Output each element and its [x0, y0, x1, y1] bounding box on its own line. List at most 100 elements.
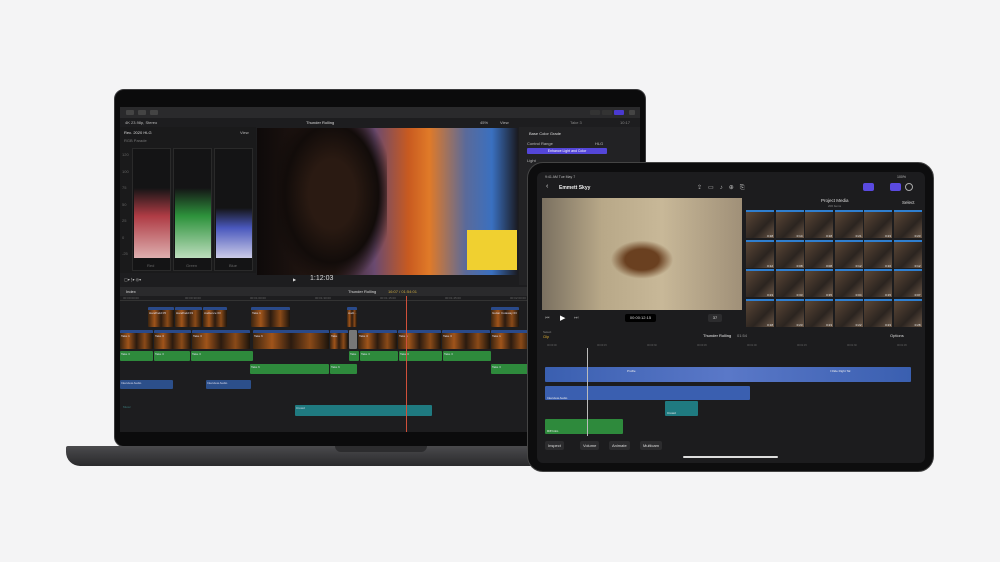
- play-icon[interactable]: ▶: [560, 314, 565, 322]
- primary-clip[interactable]: Take 1: [398, 330, 441, 349]
- keywords-button[interactable]: [138, 110, 146, 115]
- multicam-button[interactable]: Multicam: [640, 441, 663, 450]
- primary-clip[interactable]: Take 3: [442, 330, 490, 349]
- layout-button[interactable]: [590, 110, 600, 115]
- index-button[interactable]: Index: [126, 289, 136, 294]
- skip-forward-icon[interactable]: ⏭: [574, 315, 579, 321]
- primary-clip[interactable]: Take 1: [491, 330, 531, 349]
- crowd-clip[interactable]: Crowd: [665, 401, 698, 416]
- back-chevron-icon[interactable]: ‹: [546, 183, 548, 190]
- media-thumbnail[interactable]: 0:23: [893, 210, 922, 238]
- frame-field[interactable]: 37: [708, 314, 722, 322]
- primary-clip[interactable]: Take: [330, 330, 348, 349]
- media-browser-toggle[interactable]: [863, 183, 874, 191]
- thumbnail-duration: 0:35: [826, 293, 832, 297]
- import-button[interactable]: [126, 110, 134, 115]
- nav-tools-icons[interactable]: ⇪▭♪⊕⎘: [697, 184, 751, 192]
- media-thumbnail[interactable]: 0:15: [864, 269, 892, 297]
- media-thumbnail[interactable]: 0:18: [805, 210, 833, 238]
- share-icon[interactable]: [629, 110, 635, 115]
- connected-clip[interactable]: Handheld 03: [175, 307, 202, 327]
- audio-clip[interactable]: Take 3: [443, 351, 491, 361]
- scopes-view-dropdown[interactable]: View: [240, 130, 249, 135]
- ipad-playhead[interactable]: [587, 348, 588, 436]
- media-thumbnail[interactable]: 0:12: [834, 239, 863, 268]
- interview-audio-clip[interactable]: Interview Audio: [120, 380, 173, 389]
- mac-video-viewer[interactable]: [257, 128, 518, 275]
- thumbnail-duration: 0:14: [796, 234, 803, 238]
- audio-clip[interactable]: Take: [349, 351, 359, 361]
- connected-clip[interactable]: Audience 03: [203, 307, 227, 327]
- media-thumbnail[interactable]: 0:23: [805, 298, 833, 327]
- crowd-clip[interactable]: Crowd: [295, 405, 432, 416]
- media-thumbnail[interactable]: 0:04: [834, 269, 863, 297]
- media-thumbnail[interactable]: 0:21: [834, 210, 863, 238]
- skip-back-icon[interactable]: ⏮: [545, 315, 550, 321]
- media-thumbnail[interactable]: 0:22: [834, 298, 863, 327]
- media-thumbnail[interactable]: 0:12: [893, 239, 922, 268]
- media-thumbnail[interactable]: 0:28: [893, 298, 922, 327]
- audio-clip[interactable]: Take 3: [191, 351, 253, 361]
- connected-clip[interactable]: Guitar Cutaway 03: [491, 307, 519, 327]
- interview-audio-clip[interactable]: Interview Audio: [545, 386, 750, 400]
- media-thumbnail[interactable]: 0:23: [864, 210, 892, 238]
- viewer-tools-icon[interactable]: ▢▾ ⟆▾ ◎▾: [124, 277, 141, 282]
- primary-clip[interactable]: Take 3: [154, 330, 191, 349]
- viewer-view-dropdown[interactable]: View: [500, 120, 509, 125]
- media-thumbnail[interactable]: 0:18: [746, 210, 774, 238]
- connected-clip[interactable]: Take 1: [251, 307, 290, 327]
- connected-clip[interactable]: Audi...: [347, 307, 357, 327]
- background-tasks-button[interactable]: [150, 110, 158, 115]
- timeline-toggle[interactable]: [602, 110, 612, 115]
- media-thumbnail[interactable]: 0:33: [775, 269, 804, 297]
- connected-clip[interactable]: Handheld 05: [148, 307, 174, 327]
- primary-clip[interactable]: Take 3: [192, 330, 250, 349]
- play-icon[interactable]: ▶: [293, 277, 296, 282]
- zoom-dropdown[interactable]: 45%: [480, 120, 488, 125]
- enhance-light-color-button[interactable]: Enhance Light and Color: [527, 148, 607, 154]
- clip-select-dropdown[interactable]: Clip: [543, 335, 549, 339]
- thumbnail-duration: 0:18: [767, 234, 773, 238]
- select-button[interactable]: Select: [902, 200, 915, 205]
- animate-button[interactable]: Animate: [609, 441, 630, 450]
- media-thumbnail[interactable]: 0:35: [805, 269, 833, 297]
- inspector-toggle[interactable]: [890, 183, 901, 191]
- audio-clip[interactable]: Take 3: [120, 351, 153, 361]
- primary-clip[interactable]: Take 3: [358, 330, 397, 349]
- interview-audio-clip[interactable]: Interview Audio: [206, 380, 251, 389]
- music-clip[interactable]: Riff Intro: [545, 419, 623, 434]
- inspect-button[interactable]: Inspect: [545, 441, 564, 450]
- ipad-video-viewer[interactable]: [542, 198, 742, 310]
- more-icon[interactable]: [905, 183, 913, 191]
- home-indicator[interactable]: [683, 456, 778, 458]
- audio-clip[interactable]: Take 6: [250, 364, 329, 374]
- inspector-toggle[interactable]: [614, 110, 624, 115]
- primary-clip[interactable]: Take 6: [253, 330, 329, 349]
- primary-storyline[interactable]: [545, 367, 911, 382]
- color-effect-dropdown[interactable]: Base Color Grade: [529, 131, 561, 136]
- volume-button[interactable]: Volume: [580, 441, 600, 450]
- media-thumbnail[interactable]: 0:23: [775, 298, 804, 327]
- audio-clip[interactable]: Take 6: [330, 364, 357, 374]
- playhead[interactable]: [406, 296, 407, 432]
- gap-clip[interactable]: [349, 330, 357, 349]
- audio-clip[interactable]: Take 3: [491, 364, 531, 374]
- media-thumbnail[interactable]: 0:23: [746, 269, 774, 297]
- media-thumbnail[interactable]: 0:07: [893, 269, 922, 297]
- media-thumbnail[interactable]: 0:14: [775, 210, 804, 238]
- primary-clip[interactable]: Take 1: [120, 330, 153, 349]
- timeline-project-name[interactable]: Thunder Rolling: [348, 289, 376, 294]
- blue-label: Blue: [229, 263, 238, 268]
- media-thumbnail[interactable]: 0:12: [746, 239, 774, 268]
- thumbnail-duration: 0:18: [767, 322, 773, 327]
- audio-clip[interactable]: Take 3: [154, 351, 190, 361]
- media-thumbnail[interactable]: 0:08: [775, 239, 804, 268]
- media-thumbnail[interactable]: 0:23: [864, 298, 892, 327]
- audio-clip[interactable]: Take 3: [360, 351, 398, 361]
- control-range-value[interactable]: HLG: [595, 141, 603, 146]
- green-label: Green: [186, 263, 198, 268]
- media-thumbnail[interactable]: 0:08: [805, 239, 833, 268]
- options-dropdown[interactable]: Options: [890, 333, 904, 338]
- media-thumbnail[interactable]: 0:18: [746, 298, 774, 327]
- media-thumbnail[interactable]: 0:16: [864, 239, 892, 268]
